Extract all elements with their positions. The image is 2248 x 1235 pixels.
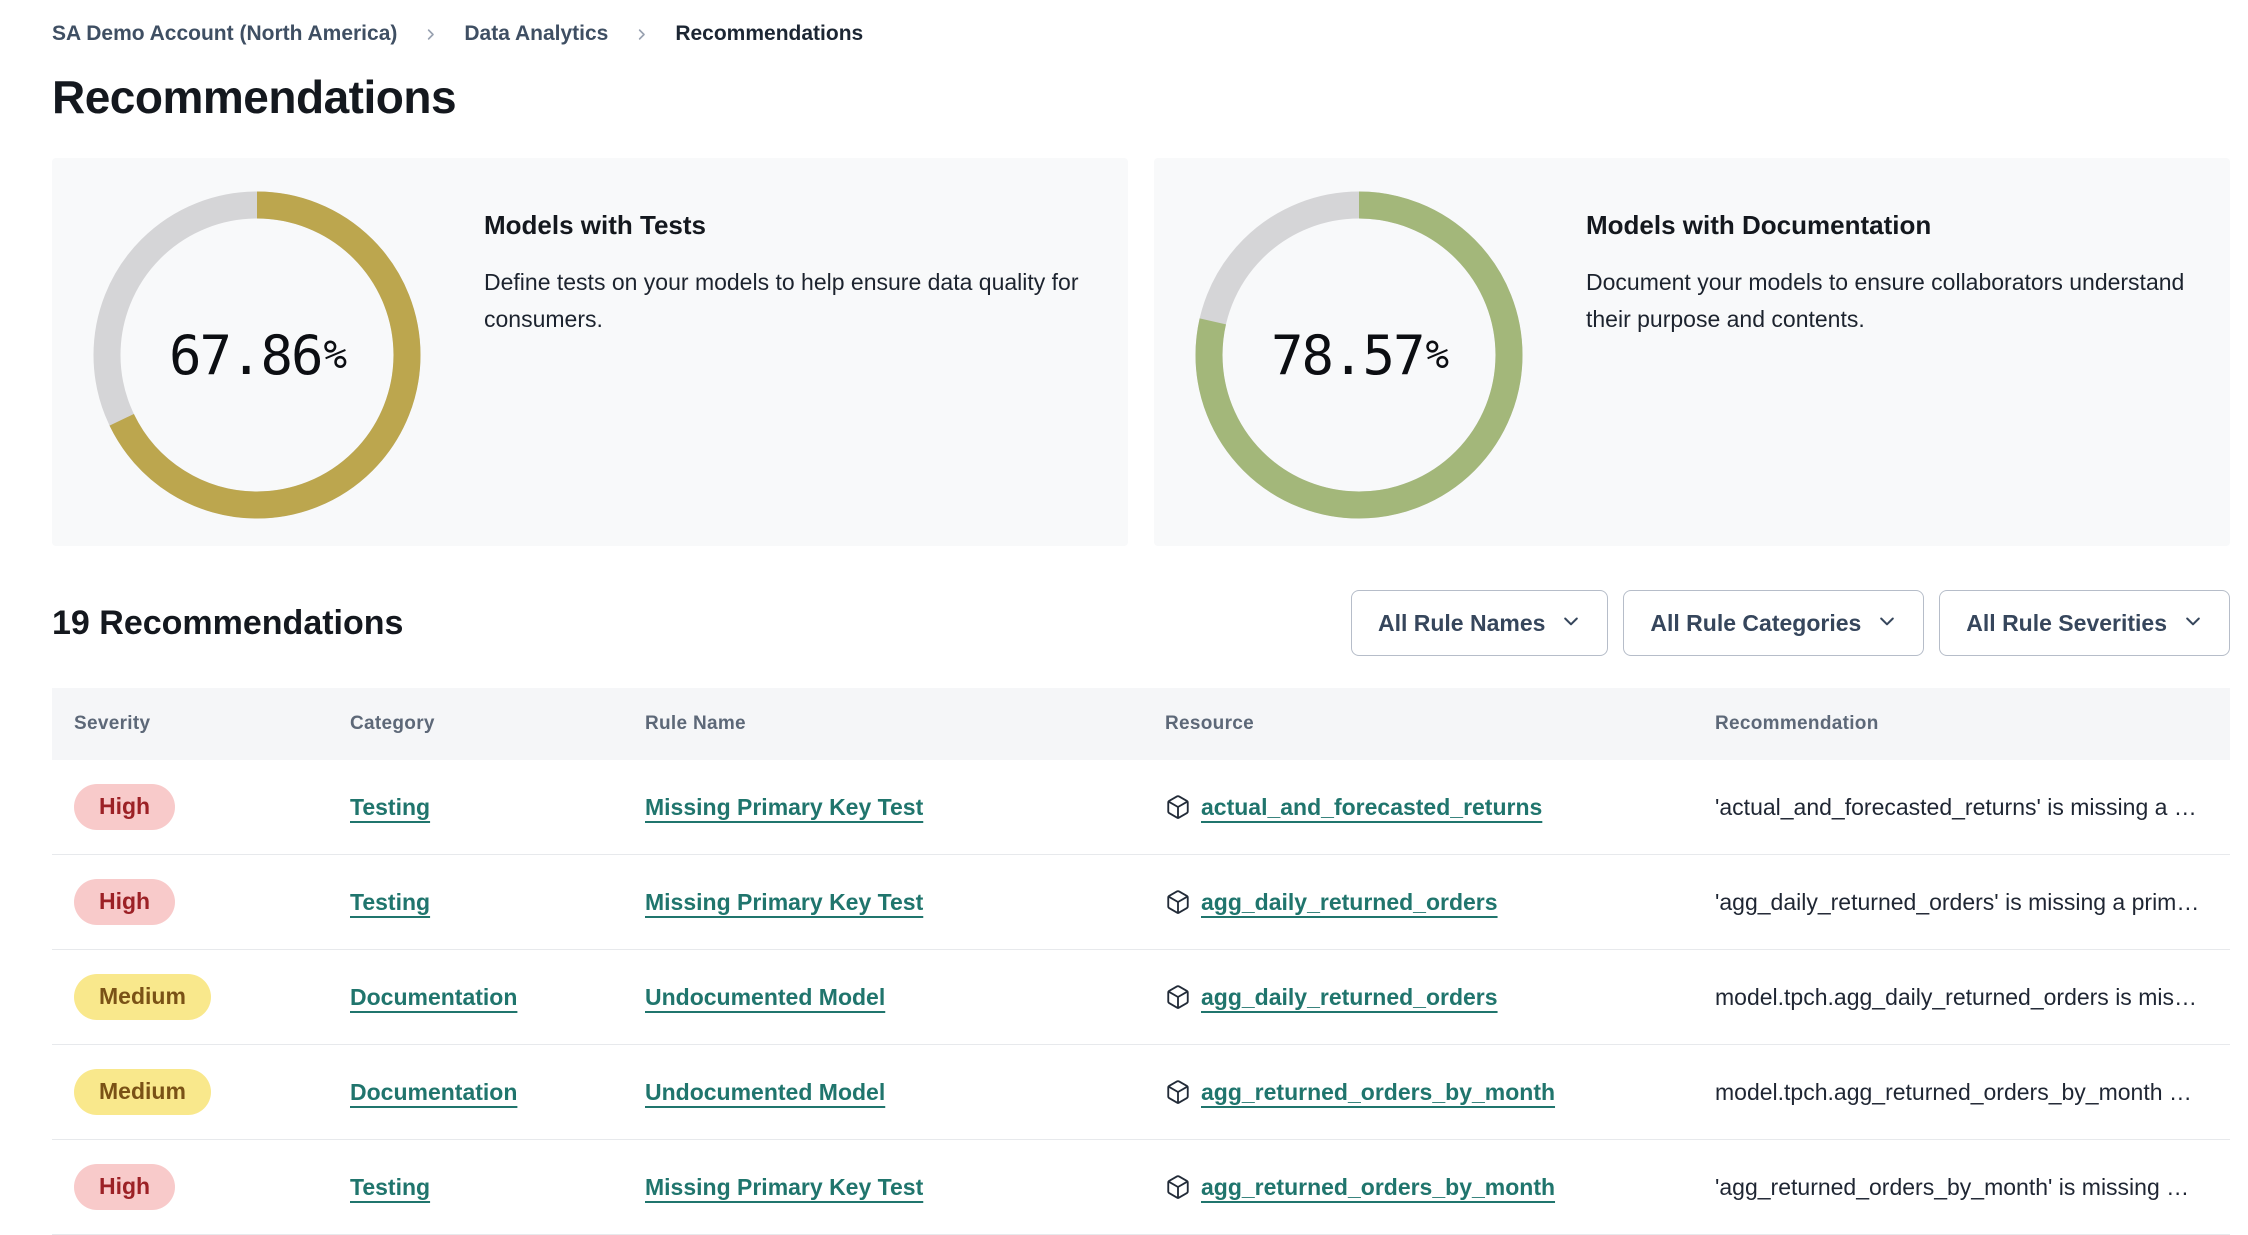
table-body: High Testing Missing Primary Key Test ac… (52, 760, 2230, 1235)
card-models-with-tests: 67.86% Models with Tests Define tests on… (52, 158, 1128, 546)
filter-bar: All Rule Names All Rule Categories All R… (1350, 590, 2230, 656)
model-cube-icon (1165, 1079, 1191, 1105)
chevron-down-icon (2183, 610, 2203, 637)
breadcrumb: SA Demo Account (North America) Data Ana… (52, 0, 2230, 46)
recommendation-text: 'agg_daily_returned_orders' is missing a… (1715, 888, 2200, 915)
recommendation-text: model.tpch.agg_daily_returned_orders is … (1715, 983, 2197, 1010)
chevron-down-icon (1877, 610, 1897, 637)
breadcrumb-item-account[interactable]: SA Demo Account (North America) (52, 22, 397, 46)
filter-rule-categories-dropdown[interactable]: All Rule Categories (1623, 590, 1925, 656)
severity-badge: High (74, 1164, 176, 1210)
list-header: 19 Recommendations All Rule Names All Ru… (52, 590, 2230, 656)
table-header-row: Severity Category Rule Name Resource Rec… (52, 688, 2230, 760)
table-row: High Testing Missing Primary Key Test ac… (52, 760, 2230, 855)
filter-label: All Rule Categories (1650, 609, 1862, 636)
table-row: High Testing Missing Primary Key Test ag… (52, 1140, 2230, 1235)
table-row: High Testing Missing Primary Key Test ag… (52, 855, 2230, 950)
category-link[interactable]: Documentation (350, 984, 517, 1010)
card-title: Models with Documentation (1586, 210, 1932, 240)
breadcrumb-item-current: Recommendations (675, 22, 864, 45)
filter-rule-names-dropdown[interactable]: All Rule Names (1350, 590, 1609, 656)
rule-name-link[interactable]: Missing Primary Key Test (645, 794, 923, 820)
card-description: Document your models to ensure collabora… (1586, 269, 2185, 332)
resource-link[interactable]: actual_and_forecasted_returns (1201, 794, 1542, 821)
model-cube-icon (1165, 889, 1191, 915)
recommendations-table: Severity Category Rule Name Resource Rec… (52, 688, 2230, 1235)
column-header-severity: Severity (74, 713, 151, 734)
column-header-rule-name: Rule Name (645, 713, 746, 734)
severity-badge: Medium (74, 974, 211, 1020)
tests-percent-label: 67.86% (169, 323, 347, 387)
model-cube-icon (1165, 794, 1191, 820)
category-link[interactable]: Testing (350, 1174, 430, 1200)
resource-link[interactable]: agg_returned_orders_by_month (1201, 1079, 1555, 1106)
recommendations-count: 19 Recommendations (52, 603, 404, 642)
filter-label: All Rule Names (1377, 609, 1546, 636)
chevron-right-icon (634, 27, 649, 42)
rule-name-link[interactable]: Missing Primary Key Test (645, 1174, 923, 1200)
recommendation-text: model.tpch.agg_returned_orders_by_month … (1715, 1078, 2192, 1105)
severity-badge: High (74, 879, 176, 925)
metric-cards: 67.86% Models with Tests Define tests on… (52, 158, 2230, 546)
recommendation-text: 'actual_and_forecasted_returns' is missi… (1715, 793, 2197, 820)
category-link[interactable]: Documentation (350, 1079, 517, 1105)
rule-name-link[interactable]: Missing Primary Key Test (645, 889, 923, 915)
model-cube-icon (1165, 984, 1191, 1010)
resource-link[interactable]: agg_daily_returned_orders (1201, 889, 1498, 916)
category-link[interactable]: Testing (350, 794, 430, 820)
chevron-down-icon (1561, 610, 1581, 637)
model-cube-icon (1165, 1174, 1191, 1200)
resource-link[interactable]: agg_daily_returned_orders (1201, 984, 1498, 1011)
severity-badge: Medium (74, 1069, 211, 1115)
rule-name-link[interactable]: Undocumented Model (645, 1079, 885, 1105)
rule-name-link[interactable]: Undocumented Model (645, 984, 885, 1010)
card-models-with-documentation: 78.57% Models with Documentation Documen… (1154, 158, 2230, 546)
recommendations-page: SA Demo Account (North America) Data Ana… (0, 0, 2248, 1235)
table-row: Medium Documentation Undocumented Model … (52, 950, 2230, 1045)
card-title: Models with Tests (484, 210, 706, 240)
tests-donut-chart: 67.86% (92, 190, 422, 520)
documentation-donut-chart: 78.57% (1194, 190, 1524, 520)
resource-link[interactable]: agg_returned_orders_by_month (1201, 1174, 1555, 1201)
card-description: Define tests on your models to help ensu… (484, 269, 1079, 332)
column-header-category: Category (350, 713, 435, 734)
category-link[interactable]: Testing (350, 889, 430, 915)
page-title: Recommendations (52, 71, 457, 123)
documentation-percent-label: 78.57% (1271, 323, 1449, 387)
filter-label: All Rule Severities (1966, 609, 2167, 636)
table-row: Medium Documentation Undocumented Model … (52, 1045, 2230, 1140)
column-header-resource: Resource (1165, 713, 1254, 734)
recommendation-text: 'agg_returned_orders_by_month' is missin… (1715, 1173, 2190, 1200)
severity-badge: High (74, 784, 176, 830)
chevron-right-icon (423, 27, 438, 42)
column-header-recommendation: Recommendation (1715, 713, 1879, 734)
filter-rule-severities-dropdown[interactable]: All Rule Severities (1939, 590, 2230, 656)
breadcrumb-item-project[interactable]: Data Analytics (464, 22, 608, 46)
